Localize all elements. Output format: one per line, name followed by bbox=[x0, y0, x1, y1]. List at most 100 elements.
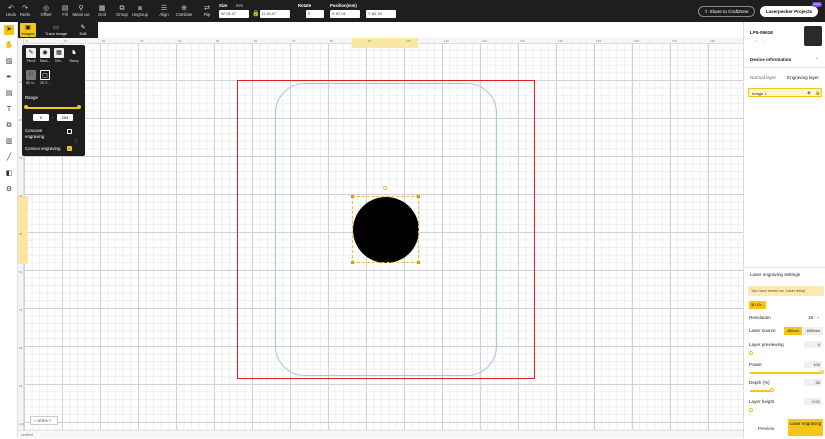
range-slider-min-thumb[interactable] bbox=[24, 105, 28, 109]
share-craftzone-button[interactable]: ⇪ Share to CraftZone bbox=[698, 6, 755, 17]
wifi-icon: ◔ bbox=[754, 39, 758, 45]
metal-cut-button[interactable]: ⚲ Metal cut bbox=[72, 2, 90, 20]
layer-height-input[interactable]: 0.01 bbox=[804, 398, 822, 405]
image-tool-icon[interactable]: ▨ bbox=[4, 57, 14, 67]
device-information-link[interactable]: Device information bbox=[750, 57, 791, 62]
height-input[interactable]: H 15.47 bbox=[260, 10, 290, 18]
position-x-input[interactable]: X 57.01 bbox=[330, 10, 360, 18]
power-slider-track[interactable] bbox=[750, 372, 822, 374]
stamp-mode-icon: ♞ bbox=[69, 48, 79, 58]
layer-previewing-label: Layer previewing bbox=[749, 342, 784, 347]
redo-icon: ↷ bbox=[22, 5, 28, 12]
pen-tool-icon[interactable]: ✒ bbox=[4, 73, 14, 83]
ruler-top-tick-label: 10 bbox=[64, 39, 68, 43]
layer-previewing-input[interactable]: 0 bbox=[804, 341, 822, 348]
range-min-input[interactable]: 0 bbox=[33, 114, 49, 121]
line-tool-icon[interactable]: ╱ bbox=[4, 153, 14, 163]
hand-tool-icon[interactable]: ✋ bbox=[4, 41, 14, 51]
chevron-right-icon[interactable]: › bbox=[816, 56, 818, 62]
mode-dither[interactable]: ▦ Dith... bbox=[53, 48, 65, 63]
top-toolbar: ↶ Undo ↷ Redo ◎ Offset ▤ Fill ⚲ Metal cut ▦ Gr… bbox=[0, 0, 825, 22]
redo-button[interactable]: ↷ Redo bbox=[15, 2, 35, 20]
settings-tool-icon[interactable]: ⚙ bbox=[4, 185, 14, 195]
ungroup-button[interactable]: ⧈ Ungroup bbox=[130, 2, 150, 20]
undo-icon: ↶ bbox=[8, 5, 14, 12]
layer-previewing-slider[interactable] bbox=[749, 351, 753, 355]
ungroup-icon: ⧈ bbox=[137, 5, 143, 12]
ruler-top-tick-label: 20 bbox=[102, 39, 106, 43]
mode-3d-outline[interactable]: ▢ 3D O... bbox=[39, 70, 51, 85]
lock-icon[interactable]: 🔒 bbox=[252, 10, 259, 17]
laser-source-1064nm[interactable]: 1064nm bbox=[803, 327, 823, 335]
mode-pencil[interactable]: ✎ Pencil bbox=[25, 48, 37, 63]
range-max-input[interactable]: 254 bbox=[57, 114, 73, 121]
zoom-control[interactable]: − 576% + bbox=[30, 416, 58, 425]
align-button[interactable]: ☰ Align bbox=[154, 2, 174, 20]
group-button[interactable]: ⧉ Group bbox=[112, 2, 132, 20]
3d-mode-icon: ⚐ bbox=[26, 70, 36, 80]
3d-grayscale-tag[interactable]: 3D Gr... bbox=[749, 301, 766, 309]
convex-engraving-checkbox[interactable]: ✓ bbox=[67, 146, 72, 151]
ruler-top-tick-label: 160 bbox=[634, 39, 640, 43]
power-slider-thumb[interactable] bbox=[820, 370, 824, 374]
tab-normal-layer[interactable]: Normal layer bbox=[750, 75, 776, 80]
shape-tool-icon[interactable]: ▤ bbox=[4, 89, 14, 99]
rotate-handle[interactable] bbox=[383, 186, 387, 190]
width-input[interactable]: W 15.47 bbox=[219, 10, 249, 18]
layers-tool-icon[interactable]: ⧉ bbox=[4, 121, 14, 131]
mode-stamp[interactable]: ♞ Stamp bbox=[68, 48, 80, 63]
layer-name: Image 1 bbox=[752, 91, 767, 96]
mode-3d[interactable]: ⚐ 3D m... bbox=[25, 70, 37, 85]
laserpecker-projects-button[interactable]: Laserpecker Projects bbox=[760, 6, 818, 17]
resize-handle-nw[interactable] bbox=[351, 195, 354, 198]
tab-engraving-layer[interactable]: Engraving layer bbox=[787, 75, 819, 80]
combine-button[interactable]: ⊕ Combine bbox=[173, 2, 195, 20]
lock-layer-icon[interactable]: 🔒 bbox=[815, 90, 821, 96]
trace-image-button[interactable]: ▭ Trace image bbox=[42, 23, 70, 37]
mode-black[interactable]: ◉ Black... bbox=[39, 48, 51, 63]
text-tool-icon[interactable]: T bbox=[4, 105, 14, 115]
range-slider-max-thumb[interactable] bbox=[77, 105, 81, 109]
offset-button[interactable]: ◎ Offset bbox=[36, 2, 56, 20]
resolution-select[interactable]: 1K bbox=[808, 315, 814, 320]
dither-mode-icon: ▦ bbox=[54, 48, 64, 58]
resize-handle-sw[interactable] bbox=[351, 261, 354, 264]
depth-slider-track[interactable] bbox=[750, 390, 772, 392]
project-name: Untitled bbox=[21, 433, 33, 437]
laser-engraving-button[interactable]: Laser engraving bbox=[788, 419, 823, 436]
resize-handle-ne[interactable] bbox=[417, 195, 420, 198]
align-icon: ☰ bbox=[160, 5, 168, 12]
info-icon[interactable]: ⓘ bbox=[74, 138, 78, 144]
grid-button[interactable]: ▦ Grid bbox=[92, 2, 112, 20]
size-label: Size bbox=[219, 3, 228, 8]
preview-button[interactable]: Preview bbox=[748, 422, 784, 436]
free-badge: Free bbox=[812, 2, 822, 7]
device-image-icon bbox=[804, 26, 822, 46]
chevron-down-icon[interactable]: ⌄ bbox=[816, 314, 820, 320]
concave-engraving-checkbox[interactable] bbox=[67, 129, 72, 134]
material-tool-icon[interactable]: ▥ bbox=[4, 137, 14, 147]
eye-icon[interactable]: ◉ bbox=[807, 90, 811, 96]
offset-icon: ◎ bbox=[42, 5, 50, 12]
range-slider-track[interactable] bbox=[26, 107, 79, 109]
images-button[interactable]: ▣ Images bbox=[20, 23, 36, 37]
layer-row[interactable]: Image 1 ◉ 🔒 bbox=[748, 88, 822, 97]
laser-source-450nm[interactable]: 450nm bbox=[784, 327, 802, 335]
fill-icon: ▤ bbox=[61, 5, 69, 12]
rotate-input[interactable]: 0 bbox=[306, 10, 324, 18]
resize-handle-se[interactable] bbox=[417, 261, 420, 264]
ruler-top-tick-label: 130 bbox=[520, 39, 526, 43]
depth-input[interactable]: 30 bbox=[804, 379, 822, 386]
flip-button[interactable]: ⇄ Flip bbox=[197, 2, 217, 20]
cut-tool-icon[interactable]: ◧ bbox=[4, 169, 14, 179]
selection-box[interactable] bbox=[351, 195, 420, 264]
select-tool-icon[interactable]: ➤ bbox=[4, 25, 14, 35]
range-separator: - bbox=[52, 115, 54, 120]
image-mode-popup: ✎ Pencil ◉ Black... ▦ Dith... ♞ Stamp ⚐ 3D m.… bbox=[22, 45, 85, 156]
convex-engraving-label: Convex engraving bbox=[25, 146, 61, 151]
edit-button[interactable]: ✎ Edit bbox=[76, 23, 90, 37]
power-input[interactable]: 100 bbox=[804, 361, 822, 368]
depth-slider-thumb[interactable] bbox=[770, 388, 774, 392]
layer-height-slider[interactable] bbox=[749, 408, 753, 412]
position-y-input[interactable]: Y 62.15 bbox=[366, 10, 396, 18]
